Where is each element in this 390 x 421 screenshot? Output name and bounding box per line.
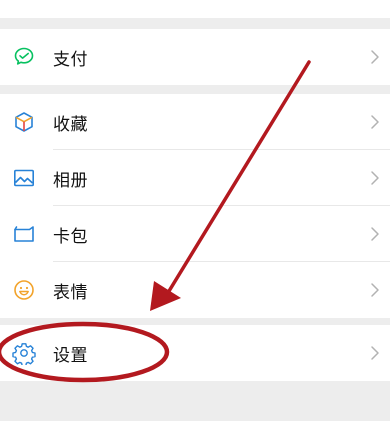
gear-icon	[12, 341, 36, 365]
menu-item-cards[interactable]: 卡包	[0, 206, 390, 262]
menu-item-settings-label: 设置	[53, 345, 88, 366]
chevron-right-icon	[368, 342, 382, 364]
features-section: 收藏 相册 卡包 表情	[0, 94, 390, 318]
wechat-pay-icon	[12, 45, 36, 69]
menu-item-pay[interactable]: 支付	[0, 29, 390, 85]
menu-item-stickers-label: 表情	[53, 282, 88, 303]
wallet-icon	[12, 222, 36, 246]
chevron-right-icon	[368, 223, 382, 245]
chevron-right-icon	[368, 111, 382, 133]
chevron-right-icon	[368, 279, 382, 301]
menu-item-favorites[interactable]: 收藏	[0, 94, 390, 150]
chevron-right-icon	[368, 167, 382, 189]
menu-item-album-label: 相册	[53, 170, 88, 191]
top-section	[0, 0, 390, 18]
picture-icon	[12, 166, 36, 190]
chevron-right-icon	[368, 46, 382, 68]
menu-item-cards-label: 卡包	[53, 226, 88, 247]
menu-item-stickers[interactable]: 表情	[0, 262, 390, 318]
smiley-icon	[12, 278, 36, 302]
menu-item-pay-label: 支付	[53, 49, 88, 70]
me-page: 支付 收藏 相册 卡包 表情 设置	[0, 0, 390, 421]
pay-section: 支付	[0, 29, 390, 85]
menu-item-album[interactable]: 相册	[0, 150, 390, 206]
settings-section: 设置	[0, 325, 390, 381]
menu-item-favorites-label: 收藏	[53, 114, 88, 135]
cube-icon	[12, 110, 36, 134]
menu-item-settings[interactable]: 设置	[0, 325, 390, 381]
